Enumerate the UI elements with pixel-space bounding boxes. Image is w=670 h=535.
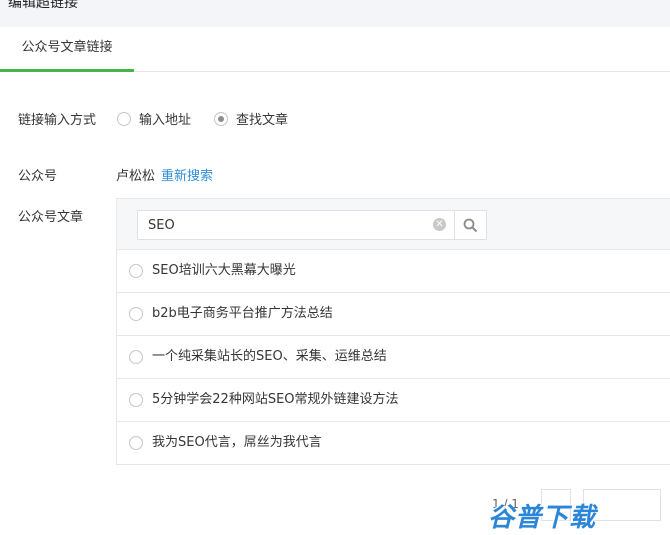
article-item[interactable]: 一个纯采集站长的SEO、采集、运维总结 <box>117 336 670 379</box>
article-title: 5分钟学会22种网站SEO常规外链建设方法 <box>152 392 399 407</box>
search-field[interactable]: ✕ <box>137 210 455 240</box>
article-item[interactable]: 5分钟学会22种网站SEO常规外链建设方法 <box>117 379 670 422</box>
search-input[interactable] <box>148 211 428 239</box>
article-radio[interactable] <box>129 436 143 450</box>
article-title: 我为SEO代言，屌丝为我代言 <box>152 435 322 450</box>
tab-bar: 公众号文章链接 <box>0 27 670 72</box>
account-label: 公众号 <box>18 169 58 184</box>
link-mode-label: 链接输入方式 <box>18 113 97 128</box>
article-title: b2b电子商务平台推广方法总结 <box>152 306 333 321</box>
radio-input-address[interactable]: 输入地址 <box>117 109 191 128</box>
research-link[interactable]: 重新搜索 <box>161 169 213 184</box>
article-item[interactable]: 我为SEO代言，屌丝为我代言 <box>117 422 670 464</box>
tab-article-link[interactable]: 公众号文章链接 <box>0 27 134 72</box>
article-radio[interactable] <box>129 307 143 321</box>
watermark-logo: 谷普下载 <box>488 503 597 533</box>
account-name-row: 卢松松 重新搜索 <box>116 165 213 184</box>
clear-icon[interactable]: ✕ <box>433 218 446 231</box>
radio-label: 查找文章 <box>236 113 289 128</box>
account-name: 卢松松 <box>116 169 156 184</box>
article-results-panel: ✕ SEO培训六大黑幕大曝光 b2b电子商务平台推广方法总结 一个纯采集站长的S… <box>116 198 670 465</box>
article-radio[interactable] <box>129 393 143 407</box>
radio-circle-checked[interactable] <box>214 112 228 126</box>
dialog-title: 编辑超链接 <box>8 0 78 11</box>
search-bar: ✕ <box>117 199 670 250</box>
articles-label: 公众号文章 <box>18 210 84 225</box>
dialog-header: 编辑超链接 <box>0 0 670 27</box>
radio-label: 输入地址 <box>139 113 192 128</box>
search-button[interactable] <box>455 210 487 240</box>
radio-find-article[interactable]: 查找文章 <box>214 109 288 128</box>
article-item[interactable]: SEO培训六大黑幕大曝光 <box>117 250 670 293</box>
article-radio[interactable] <box>129 264 143 278</box>
radio-circle[interactable] <box>117 112 131 126</box>
article-radio[interactable] <box>129 350 143 364</box>
article-title: SEO培训六大黑幕大曝光 <box>152 263 296 278</box>
search-icon <box>463 218 478 233</box>
article-title: 一个纯采集站长的SEO、采集、运维总结 <box>152 349 387 364</box>
article-item[interactable]: b2b电子商务平台推广方法总结 <box>117 293 670 336</box>
